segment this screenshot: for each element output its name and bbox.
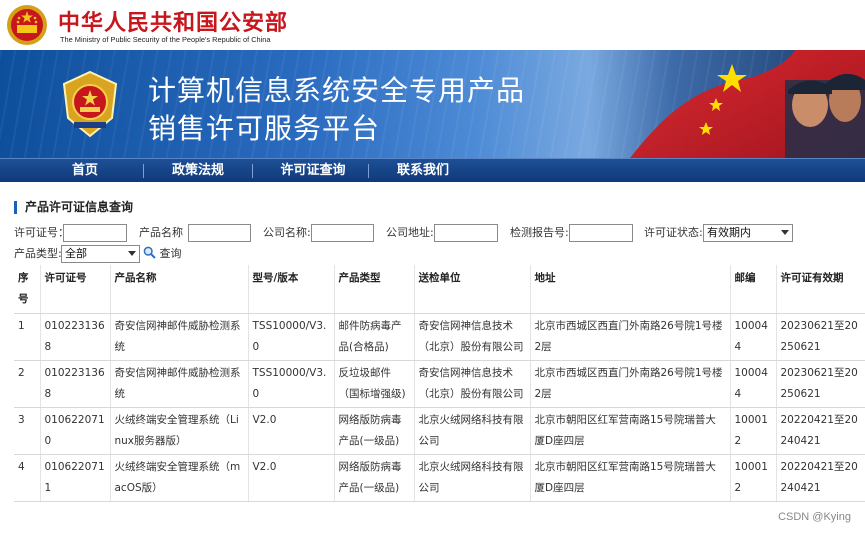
cell-model: V2.0	[248, 407, 335, 455]
cell-license-no: 0106220711	[40, 454, 111, 502]
report-no-input[interactable]	[569, 224, 633, 242]
cell-validity: 20220421至20240421	[776, 454, 865, 502]
cell-address: 北京市朝阳区红军营南路15号院瑞普大厦D座四层	[530, 454, 731, 502]
query-button[interactable]: 查询	[143, 245, 182, 263]
chevron-down-icon	[781, 230, 789, 235]
cell-product-type: 网络版防病毒产品(一级品)	[334, 454, 415, 502]
cell-product-name: 奇安信网神邮件威胁检测系统	[110, 360, 249, 408]
license-no-label: 许可证号：	[14, 226, 69, 239]
flag-and-police-image	[630, 50, 865, 158]
product-name-input[interactable]	[188, 224, 251, 242]
watermark: CSDN @Kying	[778, 511, 851, 523]
cell-submitter: 奇安信网神信息技术（北京）股份有限公司	[414, 313, 531, 361]
cell-index: 2	[14, 360, 41, 408]
query-label: 查询	[159, 247, 182, 260]
col-header-model: 型号/版本	[248, 265, 335, 314]
license-status-value: 有效期内	[707, 226, 751, 239]
cell-validity: 20230621至20250621	[776, 313, 865, 361]
cell-product-name: 奇安信网神邮件威胁检测系统	[110, 313, 249, 361]
company-name-input[interactable]	[311, 224, 374, 242]
col-header-product-name: 产品名称	[110, 265, 249, 314]
license-status-label: 许可证状态:	[644, 226, 703, 239]
platform-title-line1: 计算机信息系统安全专用产品	[148, 74, 526, 107]
nav-contact[interactable]: 联系我们	[383, 159, 463, 183]
cell-submitter: 奇安信网神信息技术（北京）股份有限公司	[414, 360, 531, 408]
license-status-select[interactable]: 有效期内	[703, 224, 793, 242]
cell-postcode: 100012	[730, 454, 777, 502]
cell-submitter: 北京火绒网络科技有限公司	[414, 454, 531, 502]
cell-index: 3	[14, 407, 41, 455]
cell-product-type: 网络版防病毒产品(一级品)	[334, 407, 415, 455]
cell-postcode: 100012	[730, 407, 777, 455]
cell-submitter: 北京火绒网络科技有限公司	[414, 407, 531, 455]
cell-postcode: 100044	[730, 360, 777, 408]
platform-title-line2: 销售许可服务平台	[148, 112, 381, 145]
table-header-row: 序号 许可证号 产品名称 型号/版本 产品类型 送检单位 地址 邮编 许可证有效…	[14, 265, 865, 314]
col-header-license-no: 许可证号	[40, 265, 111, 314]
col-header-validity: 许可证有效期	[776, 265, 865, 314]
chevron-down-icon	[128, 251, 136, 256]
col-header-submitter: 送检单位	[414, 265, 531, 314]
search-icon	[143, 246, 156, 259]
company-name-label: 公司名称:	[263, 226, 311, 239]
product-type-select[interactable]: 全部	[61, 245, 140, 263]
cell-postcode: 100044	[730, 313, 777, 361]
product-type-label: 产品类型:	[14, 247, 62, 260]
site-banner: 计算机信息系统安全专用产品 销售许可服务平台	[0, 50, 865, 158]
cell-product-name: 火绒终端安全管理系统（Linux服务器版）	[110, 407, 249, 455]
col-header-postcode: 邮编	[730, 265, 777, 314]
license-results-table: 序号 许可证号 产品名称 型号/版本 产品类型 送检单位 地址 邮编 许可证有效…	[14, 265, 865, 502]
national-emblem-icon	[7, 5, 47, 45]
report-no-label: 检测报告号:	[510, 226, 569, 239]
cell-address: 北京市朝阳区红军营南路15号院瑞普大厦D座四层	[530, 407, 731, 455]
ministry-name-en: The Ministry of Public Security of the P…	[60, 35, 271, 44]
cell-license-no: 0106220710	[40, 407, 111, 455]
cell-model: TSS10000/V3.0	[248, 313, 335, 361]
nav-home[interactable]: 首页	[45, 159, 125, 183]
cell-model: V2.0	[248, 454, 335, 502]
table-row: 4 0106220711 火绒终端安全管理系统（macOS版） V2.0 网络版…	[14, 454, 865, 502]
cell-license-no: 0102231368	[40, 313, 111, 361]
ministry-header: 中华人民共和国公安部 The Ministry of Public Securi…	[0, 0, 865, 50]
license-no-input[interactable]	[63, 224, 127, 242]
police-badge-icon	[62, 70, 118, 138]
cell-address: 北京市西城区西直门外南路26号院1号楼2层	[530, 313, 731, 361]
col-header-product-type: 产品类型	[334, 265, 415, 314]
search-form-row2: 产品类型: 全部 查询	[14, 245, 314, 263]
section-title: 产品许可证信息查询	[14, 201, 133, 214]
nav-policy[interactable]: 政策法规	[158, 159, 238, 183]
cell-product-type: 反垃圾邮件（国标增强级)	[334, 360, 415, 408]
ministry-name-cn: 中华人民共和国公安部	[58, 10, 289, 36]
table-row: 1 0102231368 奇安信网神邮件威胁检测系统 TSS10000/V3.0…	[14, 313, 865, 361]
table-row: 3 0106220710 火绒终端安全管理系统（Linux服务器版） V2.0 …	[14, 407, 865, 455]
main-nav: 首页 政策法规 许可证查询 联系我们	[0, 158, 865, 182]
company-addr-label: 公司地址:	[386, 226, 434, 239]
cell-model: TSS10000/V3.0	[248, 360, 335, 408]
cell-index: 1	[14, 313, 41, 361]
col-header-address: 地址	[530, 265, 731, 314]
product-name-label: 产品名称	[139, 226, 183, 239]
cell-product-type: 邮件防病毒产品(合格品)	[334, 313, 415, 361]
search-form: 许可证号： 产品名称 公司名称: 公司地址: 检测报告号: 许可证状态: 有效期…	[14, 224, 865, 242]
col-header-index: 序号	[14, 265, 41, 314]
nav-license-query[interactable]: 许可证查询	[268, 159, 358, 183]
cell-validity: 20230621至20250621	[776, 360, 865, 408]
cell-address: 北京市西城区西直门外南路26号院1号楼2层	[530, 360, 731, 408]
cell-validity: 20220421至20240421	[776, 407, 865, 455]
product-type-value: 全部	[65, 247, 87, 260]
table-row: 2 0102231368 奇安信网神邮件威胁检测系统 TSS10000/V3.0…	[14, 360, 865, 408]
company-addr-input[interactable]	[434, 224, 498, 242]
cell-product-name: 火绒终端安全管理系统（macOS版）	[110, 454, 249, 502]
cell-index: 4	[14, 454, 41, 502]
cell-license-no: 0102231368	[40, 360, 111, 408]
